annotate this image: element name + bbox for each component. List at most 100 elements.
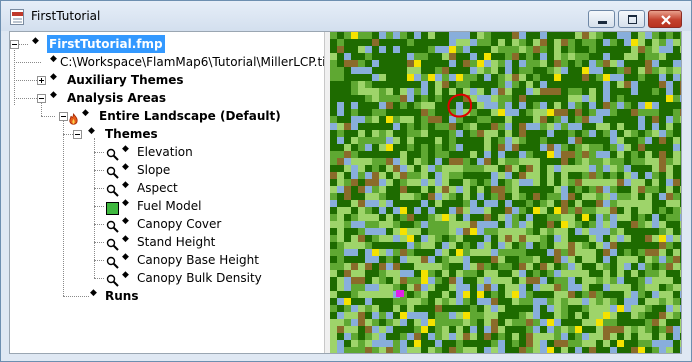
map-cell bbox=[498, 186, 505, 193]
map-cell bbox=[372, 319, 379, 326]
map-cell bbox=[477, 256, 484, 263]
landscape-map-view[interactable] bbox=[330, 32, 681, 353]
collapse-toggle[interactable] bbox=[73, 130, 82, 139]
map-cell bbox=[442, 277, 449, 284]
project-tree[interactable]: ◆ FirstTutorial.fmp ◆ C:\Workspace\FlamM… bbox=[10, 32, 330, 353]
map-cell bbox=[519, 284, 526, 291]
tree-node-slope[interactable]: Slope bbox=[137, 161, 170, 179]
map-cell bbox=[596, 249, 603, 256]
tree-node-runs[interactable]: Runs bbox=[105, 287, 138, 305]
tree-node-auxiliary-themes[interactable]: Auxiliary Themes bbox=[67, 71, 184, 89]
map-cell bbox=[491, 67, 498, 74]
tree-node-landscape-file[interactable]: C:\Workspace\FlamMap6\Tutorial\MillerLCP… bbox=[60, 53, 330, 71]
map-cell bbox=[631, 130, 638, 137]
map-cell bbox=[624, 256, 631, 263]
tree-node-themes[interactable]: Themes bbox=[105, 125, 158, 143]
tree-node-aspect[interactable]: Aspect bbox=[137, 179, 178, 197]
map-cell bbox=[351, 305, 358, 312]
map-cell bbox=[477, 67, 484, 74]
tree-node-canopy-bulk-density[interactable]: Canopy Bulk Density bbox=[137, 269, 262, 287]
map-cell bbox=[680, 53, 681, 60]
map-cell bbox=[652, 305, 659, 312]
minimize-button[interactable] bbox=[588, 10, 615, 28]
collapse-toggle[interactable] bbox=[10, 40, 19, 49]
map-cell bbox=[666, 235, 673, 242]
map-cell bbox=[463, 81, 470, 88]
map-cell bbox=[498, 214, 505, 221]
map-cell bbox=[400, 53, 407, 60]
map-cell bbox=[344, 200, 351, 207]
map-cell bbox=[456, 102, 463, 109]
map-cell bbox=[547, 340, 554, 347]
map-cell bbox=[330, 312, 337, 319]
tree-node-project[interactable]: FirstTutorial.fmp bbox=[47, 35, 165, 53]
map-cell bbox=[470, 130, 477, 137]
map-cell bbox=[596, 116, 603, 123]
map-cell bbox=[330, 284, 337, 291]
map-cell bbox=[407, 144, 414, 151]
map-cell bbox=[344, 60, 351, 67]
map-cell bbox=[449, 60, 456, 67]
map-cell bbox=[407, 81, 414, 88]
map-cell bbox=[358, 74, 365, 81]
tree-node-elevation[interactable]: Elevation bbox=[137, 143, 193, 161]
map-cell bbox=[386, 319, 393, 326]
map-cell bbox=[442, 340, 449, 347]
map-cell bbox=[435, 74, 442, 81]
collapse-toggle[interactable] bbox=[37, 94, 46, 103]
tree-node-entire-landscape[interactable]: Entire Landscape (Default) bbox=[99, 107, 281, 125]
map-cell bbox=[533, 270, 540, 277]
map-cell bbox=[533, 228, 540, 235]
map-cell bbox=[554, 291, 561, 298]
map-cell bbox=[645, 67, 652, 74]
tree-node-fuel-model[interactable]: Fuel Model bbox=[137, 197, 201, 215]
map-cell bbox=[596, 291, 603, 298]
map-cell bbox=[568, 88, 575, 95]
close-button[interactable] bbox=[648, 10, 682, 28]
map-cell bbox=[477, 340, 484, 347]
title-bar[interactable]: FirstTutorial bbox=[1, 1, 691, 31]
tree-node-canopy-cover[interactable]: Canopy Cover bbox=[137, 215, 221, 233]
expand-toggle[interactable] bbox=[37, 76, 46, 85]
map-cell bbox=[393, 151, 400, 158]
map-cell bbox=[505, 228, 512, 235]
map-cell bbox=[533, 67, 540, 74]
map-cell bbox=[372, 256, 379, 263]
map-cell bbox=[393, 312, 400, 319]
map-cell bbox=[428, 179, 435, 186]
map-cell bbox=[596, 81, 603, 88]
map-cell bbox=[379, 221, 386, 228]
map-cell bbox=[379, 277, 386, 284]
map-cell bbox=[442, 214, 449, 221]
map-cell bbox=[393, 214, 400, 221]
map-cell bbox=[526, 305, 533, 312]
map-cell bbox=[624, 291, 631, 298]
map-cell bbox=[379, 95, 386, 102]
map-cell bbox=[680, 235, 681, 242]
map-cell bbox=[407, 347, 414, 353]
window-title: FirstTutorial bbox=[31, 9, 101, 23]
map-cell bbox=[498, 60, 505, 67]
map-cell bbox=[582, 291, 589, 298]
map-cell bbox=[582, 214, 589, 221]
tree-node-analysis-areas[interactable]: Analysis Areas bbox=[67, 89, 166, 107]
map-cell bbox=[330, 144, 337, 151]
map-cell bbox=[456, 235, 463, 242]
map-cell bbox=[547, 67, 554, 74]
map-cell bbox=[379, 214, 386, 221]
fuel-map-canvas[interactable] bbox=[330, 32, 681, 353]
tree-node-stand-height[interactable]: Stand Height bbox=[137, 233, 215, 251]
map-cell bbox=[456, 284, 463, 291]
map-cell bbox=[638, 46, 645, 53]
map-cell bbox=[638, 326, 645, 333]
map-cell bbox=[652, 172, 659, 179]
map-cell bbox=[470, 158, 477, 165]
map-cell bbox=[330, 333, 337, 340]
tree-node-canopy-base-height[interactable]: Canopy Base Height bbox=[137, 251, 259, 269]
map-cell bbox=[498, 109, 505, 116]
maximize-button[interactable] bbox=[618, 10, 645, 28]
map-cell bbox=[393, 221, 400, 228]
map-cell bbox=[379, 137, 386, 144]
map-cell bbox=[470, 116, 477, 123]
map-cell bbox=[351, 186, 358, 193]
